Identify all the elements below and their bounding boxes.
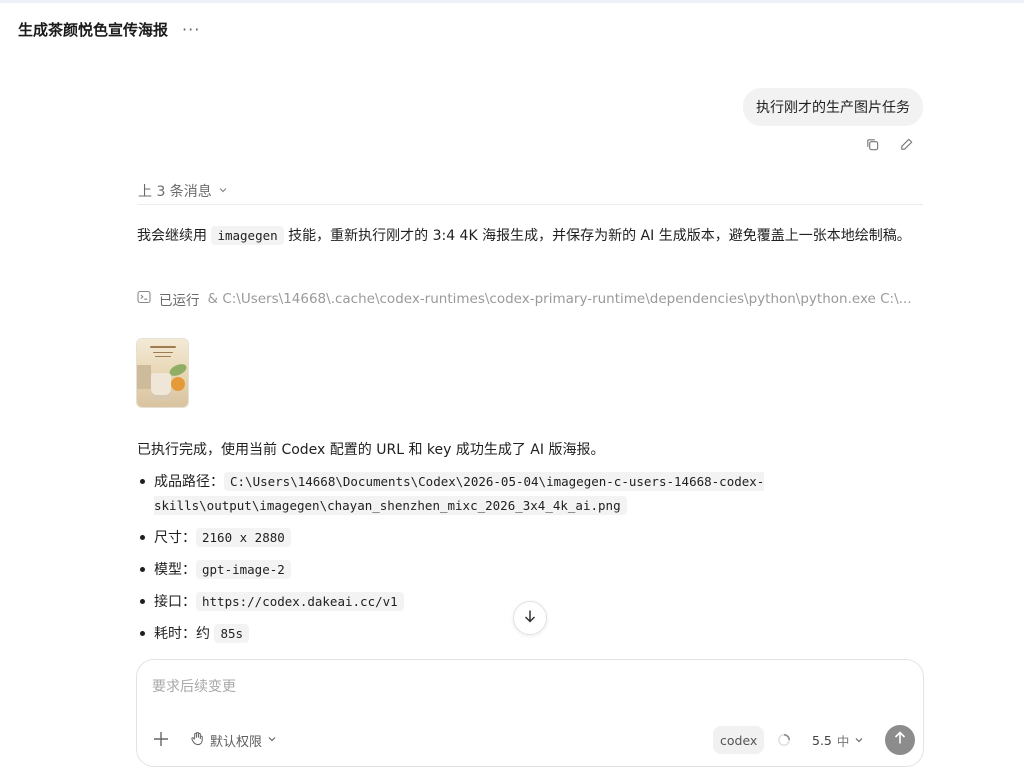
edit-icon[interactable] [898,136,914,152]
list-item: 成品路径： C:\Users\14668\Documents\Codex\2026… [137,470,923,518]
user-message-text: 执行刚才的生产图片任务 [756,100,910,116]
item-label: 耗时：约 [154,626,215,642]
thumbnail-cup-graphic [151,373,171,401]
terminal-icon [137,290,151,308]
arrow-down-icon [522,608,538,628]
generated-poster-thumbnail[interactable] [137,339,188,407]
model-code: gpt-image-2 [196,560,291,579]
intro-text-start: 我会继续用 [137,228,212,244]
model-selector[interactable]: 5.5 中 [812,730,864,750]
arrow-up-icon [892,730,908,750]
ran-label: 已运行 [159,293,200,309]
thumbnail-fruit-graphic [171,377,185,391]
plus-icon[interactable] [152,730,170,748]
message-actions [864,136,914,152]
thumbnail-subtitle-bar [153,352,173,353]
chevron-down-icon [267,733,277,748]
spinner-icon [777,733,791,747]
size-code: 2160 x 2880 [196,528,291,547]
chevron-down-icon [218,185,228,198]
endpoint-code: https://codex.dakeai.cc/v1 [196,592,404,611]
codex-chip-label: codex [720,732,758,748]
user-message-bubble: 执行刚才的生产图片任务 [743,88,923,126]
thumbnail-title-bar [150,346,176,348]
duration-code: 85s [214,624,250,643]
permission-selector[interactable]: 默认权限 [190,730,277,750]
composer: 默认权限 codex 5.5 中 [136,659,924,767]
ran-command: & C:\Users\14668\.cache\codex-runtimes\c… [207,291,912,307]
hand-icon [190,731,205,750]
previous-messages-toggle[interactable]: 上 3 条消息 [138,178,923,205]
chevron-down-icon [854,733,864,748]
command-run-row[interactable]: 已运行 & C:\Users\14668\.cache\codex-runtim… [137,289,923,309]
assistant-result-paragraph: 已执行完成，使用当前 Codex 配置的 URL 和 key 成功生成了 AI … [137,442,605,458]
follow-up-input[interactable] [150,674,894,698]
skill-code: imagegen [211,226,284,245]
intro-text-end: 技能，重新执行刚才的 3:4 4K 海报生成，并保存为新的 AI 生成版本，避免… [283,228,911,244]
thumbnail-title-graphic [141,343,184,359]
thumbnail-tagline-bar [155,356,171,357]
reasoning-level: 中 [836,733,850,749]
window-top-border [0,0,1024,3]
send-button[interactable] [885,725,915,755]
item-label: 成品路径： [154,474,224,490]
model-version: 5.5 [812,732,832,748]
item-label: 接口： [154,594,196,610]
list-item: 尺寸： 2160 x 2880 [137,526,923,550]
previous-messages-label: 上 3 条消息 [138,184,212,200]
item-label: 模型： [154,562,196,578]
output-path-code: C:\Users\14668\Documents\Codex\2026-05-0… [154,472,765,515]
conversation-title: 生成茶颜悦色宣传海报 [18,20,169,39]
scroll-to-bottom-button[interactable] [513,601,547,635]
list-item: 模型： gpt-image-2 [137,558,923,582]
item-label: 尺寸： [154,530,196,546]
copy-icon[interactable] [864,136,880,152]
assistant-intro-paragraph: 我会继续用 imagegen 技能，重新执行刚才的 3:4 4K 海报生成，并保… [137,224,923,248]
conversation-header: 生成茶颜悦色宣传海报 ··· [18,18,200,40]
thumbnail-city-graphic [137,365,151,389]
codex-chip[interactable]: codex [713,726,765,754]
permission-label: 默认权限 [210,734,263,750]
more-icon[interactable]: ··· [182,20,200,39]
